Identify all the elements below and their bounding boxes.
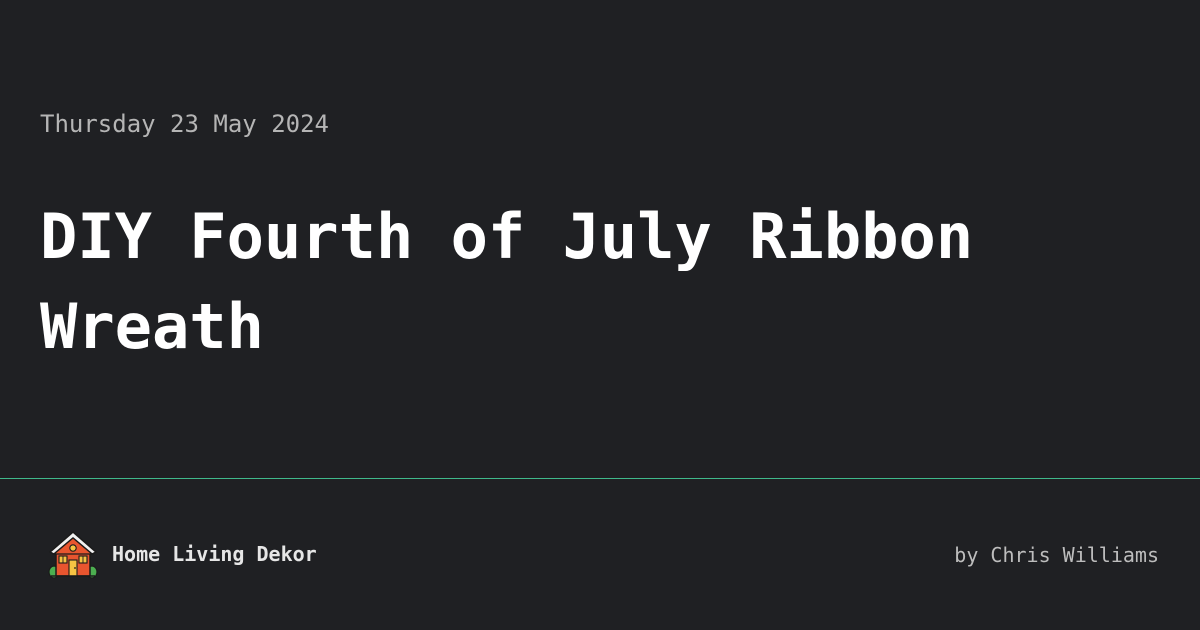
post-title: DIY Fourth of July Ribbon Wreath [40,200,974,363]
post-date: Thursday 23 May 2024 [40,110,329,138]
author-byline: by Chris Williams [954,543,1159,567]
house-icon [48,531,98,579]
site-name: Home Living Dekor [112,542,317,566]
footer: Home Living Dekor by Chris Williams [0,479,1200,630]
site-brand[interactable]: Home Living Dekor [48,527,317,581]
